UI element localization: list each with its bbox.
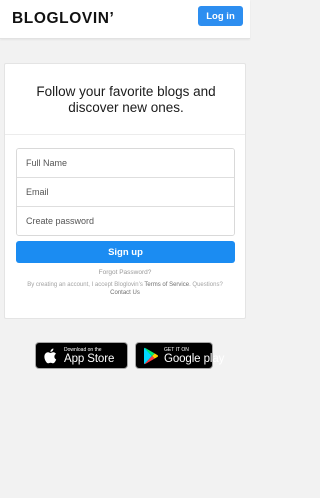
- signup-button[interactable]: Sign up: [16, 241, 235, 263]
- terms-of-service-link[interactable]: Terms of Service: [144, 282, 189, 288]
- app-store-badge-text: Download on the App Store: [64, 347, 114, 365]
- full-name-field[interactable]: [17, 149, 234, 178]
- legal-notice: By creating an account, I accept Bloglov…: [5, 281, 245, 297]
- google-play-badge-text: GET IT ON Google play: [164, 347, 224, 365]
- google-play-big-text: Google play: [164, 352, 225, 365]
- legal-prefix-text: By creating an account, I accept Bloglov…: [27, 282, 145, 288]
- apple-logo-icon: [44, 348, 57, 363]
- google-play-logo-icon: [144, 347, 159, 364]
- bloglovin-logo[interactable]: BLOGLOVIN’: [12, 10, 114, 28]
- contact-us-link[interactable]: Contact Us: [110, 290, 140, 296]
- signup-headline: Follow your favorite blogs and discover …: [36, 84, 216, 115]
- signup-form-fields: [16, 148, 235, 236]
- questions-text: . Questions?: [189, 282, 223, 288]
- app-store-badge[interactable]: Download on the App Store: [35, 342, 128, 369]
- create-password-field[interactable]: [17, 207, 234, 235]
- signup-card: Follow your favorite blogs and discover …: [4, 63, 246, 319]
- top-navigation-bar: BLOGLOVIN’ Log in: [0, 0, 250, 39]
- app-store-big-text: App Store: [64, 352, 115, 365]
- email-field[interactable]: [17, 178, 234, 207]
- card-divider: [5, 134, 245, 135]
- google-play-badge[interactable]: GET IT ON Google play: [135, 342, 224, 369]
- forgot-password-link[interactable]: Forgot Password?: [5, 269, 245, 276]
- login-button[interactable]: Log in: [198, 6, 243, 26]
